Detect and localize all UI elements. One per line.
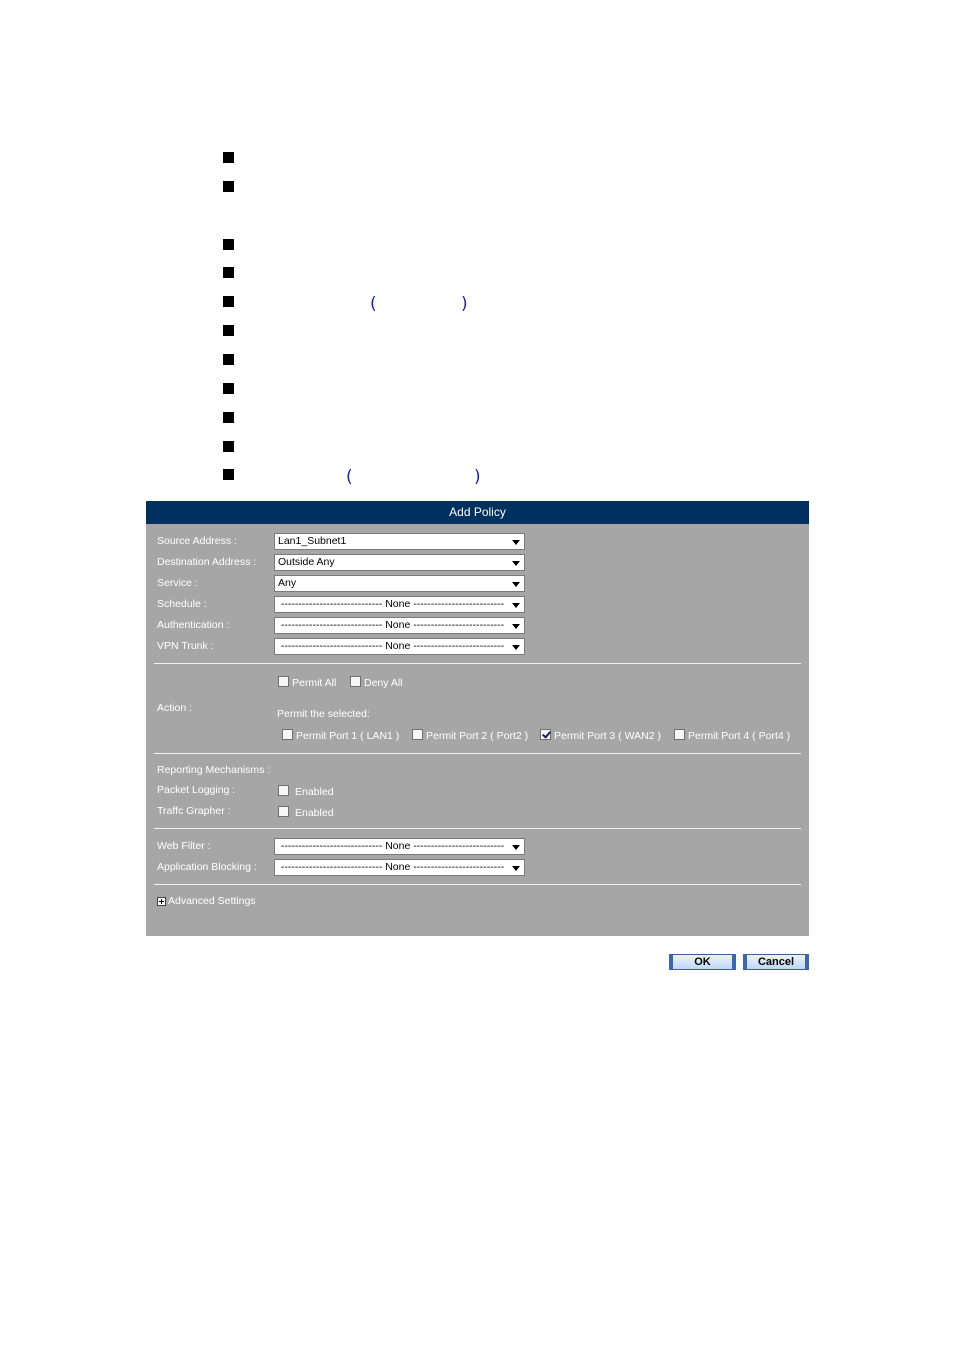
- source-address-value: Lan1_Subnet1: [278, 535, 347, 547]
- ok-button[interactable]: OK: [669, 954, 736, 970]
- application-blocking-select[interactable]: ----------------------------- None -----…: [274, 859, 525, 876]
- web-filter-value: ----------------------------- None -----…: [280, 840, 505, 852]
- packet-logging-option: Enabled: [295, 786, 334, 798]
- expand-plus-icon[interactable]: [157, 897, 166, 906]
- permit-selected-label: Permit the selected:: [277, 708, 370, 720]
- advanced-settings-link[interactable]: Advanced Settings: [168, 895, 256, 908]
- web-filter-select[interactable]: ----------------------------- None -----…: [274, 838, 525, 855]
- paren-open: (: [370, 294, 377, 314]
- chevron-down-icon: [512, 645, 520, 650]
- schedule-label: Schedule :: [157, 598, 207, 610]
- deny-all-checkbox[interactable]: [350, 676, 361, 687]
- list-bullet: [223, 181, 234, 192]
- traffic-grapher-option: Enabled: [295, 807, 334, 819]
- service-value: Any: [278, 577, 297, 589]
- divider: [154, 884, 801, 885]
- permit-all-checkbox[interactable]: [278, 676, 289, 687]
- chevron-down-icon: [512, 866, 520, 871]
- paren-open: (: [346, 467, 353, 487]
- divider: [154, 663, 801, 664]
- permit-port-2-checkbox[interactable]: [412, 729, 423, 740]
- list-bullet: [223, 469, 234, 480]
- permit-port-1-label: Permit Port 1 ( LAN1 ): [296, 730, 400, 742]
- service-label: Service :: [157, 577, 198, 589]
- chevron-down-icon: [512, 540, 520, 545]
- list-bullet: [223, 441, 234, 452]
- list-bullet: [223, 383, 234, 394]
- destination-address-select[interactable]: Outside Any: [274, 554, 525, 571]
- reporting-mechanisms-label: Reporting Mechanisms :: [157, 764, 271, 776]
- destination-address-value: Outside Any: [278, 556, 335, 568]
- packet-logging-label: Packet Logging :: [157, 784, 236, 796]
- divider: [154, 753, 801, 754]
- permit-port-3-checkbox[interactable]: [540, 729, 551, 740]
- list-bullet: [223, 296, 234, 307]
- source-address-label: Source Address :: [157, 535, 237, 547]
- panel-title: Add Policy: [146, 501, 809, 524]
- permit-all-label: Permit All: [292, 677, 337, 689]
- add-policy-panel: Add Policy Source Address : Lan1_Subnet1…: [146, 501, 809, 936]
- vpn-trunk-value: ----------------------------- None -----…: [280, 640, 505, 652]
- source-address-select[interactable]: Lan1_Subnet1: [274, 533, 525, 550]
- action-label: Action :: [157, 702, 193, 714]
- chevron-down-icon: [512, 624, 520, 629]
- list-bullet: [223, 267, 234, 278]
- application-blocking-value: ----------------------------- None -----…: [280, 861, 505, 873]
- list-bullet: [223, 354, 234, 365]
- permit-port-1-checkbox[interactable]: [282, 729, 293, 740]
- traffic-grapher-checkbox[interactable]: [278, 806, 289, 817]
- permit-port-4-checkbox[interactable]: [674, 729, 685, 740]
- list-bullet: [223, 152, 234, 163]
- permit-port-2-label: Permit Port 2 ( Port2 ): [426, 730, 529, 742]
- schedule-select[interactable]: ----------------------------- None -----…: [274, 596, 525, 613]
- list-bullet: [223, 325, 234, 336]
- service-select[interactable]: Any: [274, 575, 525, 592]
- vpn-trunk-label: VPN Trunk :: [157, 640, 214, 652]
- divider: [154, 828, 801, 829]
- permit-port-4-label: Permit Port 4 ( Port4 ): [688, 730, 791, 742]
- cancel-button[interactable]: Cancel: [743, 954, 809, 970]
- permit-port-3-label: Permit Port 3 ( WAN2 ): [554, 730, 661, 742]
- list-bullet: [223, 412, 234, 423]
- authentication-value: ----------------------------- None -----…: [280, 619, 505, 631]
- chevron-down-icon: [512, 603, 520, 608]
- authentication-label: Authentication :: [157, 619, 230, 631]
- deny-all-label: Deny All: [364, 677, 403, 689]
- traffic-grapher-label: Traffc Grapher :: [157, 805, 231, 817]
- application-blocking-label: Application Blocking :: [157, 861, 257, 873]
- authentication-select[interactable]: ----------------------------- None -----…: [274, 617, 525, 634]
- destination-address-label: Destination Address :: [157, 556, 257, 568]
- paren-close: ): [461, 294, 468, 314]
- packet-logging-checkbox[interactable]: [278, 785, 289, 796]
- chevron-down-icon: [512, 845, 520, 850]
- chevron-down-icon: [512, 582, 520, 587]
- paren-close: ): [474, 467, 481, 487]
- web-filter-label: Web Filter :: [157, 840, 211, 852]
- vpn-trunk-select[interactable]: ----------------------------- None -----…: [274, 638, 525, 655]
- schedule-value: ----------------------------- None -----…: [280, 598, 505, 610]
- list-bullet: [223, 239, 234, 250]
- chevron-down-icon: [512, 561, 520, 566]
